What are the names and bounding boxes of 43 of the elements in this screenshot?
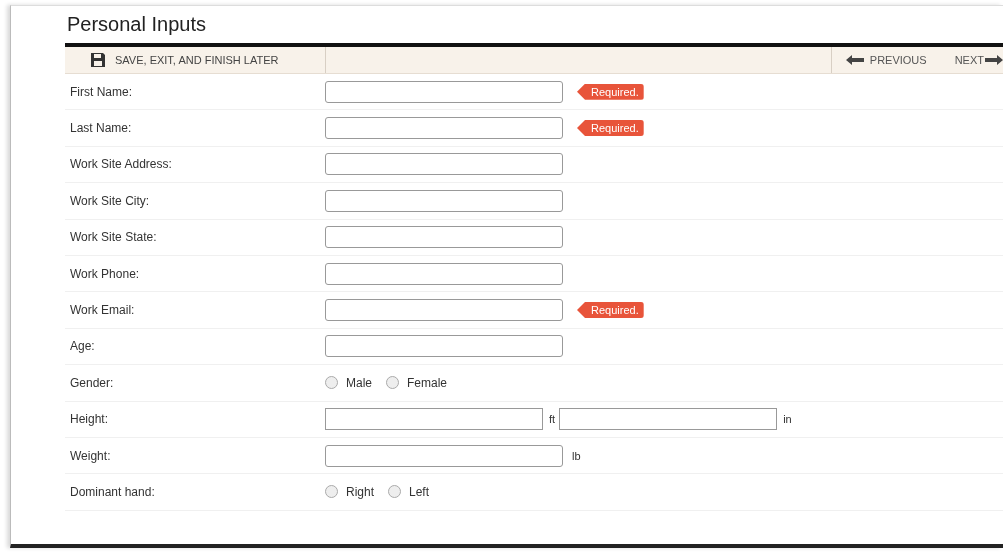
input-field[interactable] (325, 117, 563, 140)
input-field[interactable] (325, 226, 563, 249)
field-label: First Name: (69, 84, 133, 99)
field-label: Last Name: (69, 121, 133, 136)
required-tag: Required. (577, 83, 644, 100)
radio-button[interactable] (388, 485, 401, 499)
unit-label: ft (549, 413, 556, 426)
input-field[interactable] (325, 444, 563, 467)
required-tag: Required. (577, 302, 644, 319)
field-label: Work Site City: (69, 193, 151, 208)
option-label: Right (346, 485, 374, 499)
unit-label: in (783, 413, 792, 426)
page-title: Personal Inputs (66, 12, 207, 37)
input-field[interactable] (325, 408, 543, 431)
field-label: Gender: (69, 375, 115, 390)
required-tag: Required. (577, 120, 644, 137)
option-label: Male (346, 375, 372, 390)
right-arrow-icon (985, 55, 1003, 65)
field-label: Height: (69, 412, 110, 427)
input-field[interactable] (325, 189, 563, 212)
left-arrow-icon (845, 55, 864, 65)
save-exit-button[interactable]: SAVE, EXIT, AND FINISH LATER (65, 47, 326, 73)
option-label: Female (407, 375, 448, 390)
input-field[interactable] (559, 408, 778, 431)
field-label: Dominant hand: (69, 485, 156, 499)
radio-button[interactable] (325, 485, 338, 499)
previous-button[interactable]: PREVIOUS (830, 47, 937, 73)
input-field[interactable] (325, 153, 563, 176)
unit-label: lb (572, 449, 581, 462)
field-label: Age: (69, 339, 96, 354)
radio-button[interactable] (386, 376, 399, 390)
input-field[interactable] (325, 80, 563, 103)
input-field[interactable] (325, 262, 563, 285)
input-field[interactable] (325, 335, 563, 358)
field-label: Work Site State: (69, 230, 158, 245)
field-label: Work Phone: (69, 266, 141, 281)
radio-button[interactable] (325, 376, 338, 390)
field-label: Work Site Address: (69, 157, 173, 172)
option-label: Left (409, 485, 430, 499)
field-label: Weight: (69, 448, 112, 463)
next-button[interactable]: NEXT (944, 47, 1003, 73)
input-field[interactable] (325, 299, 563, 322)
field-label: Work Email: (69, 303, 136, 318)
